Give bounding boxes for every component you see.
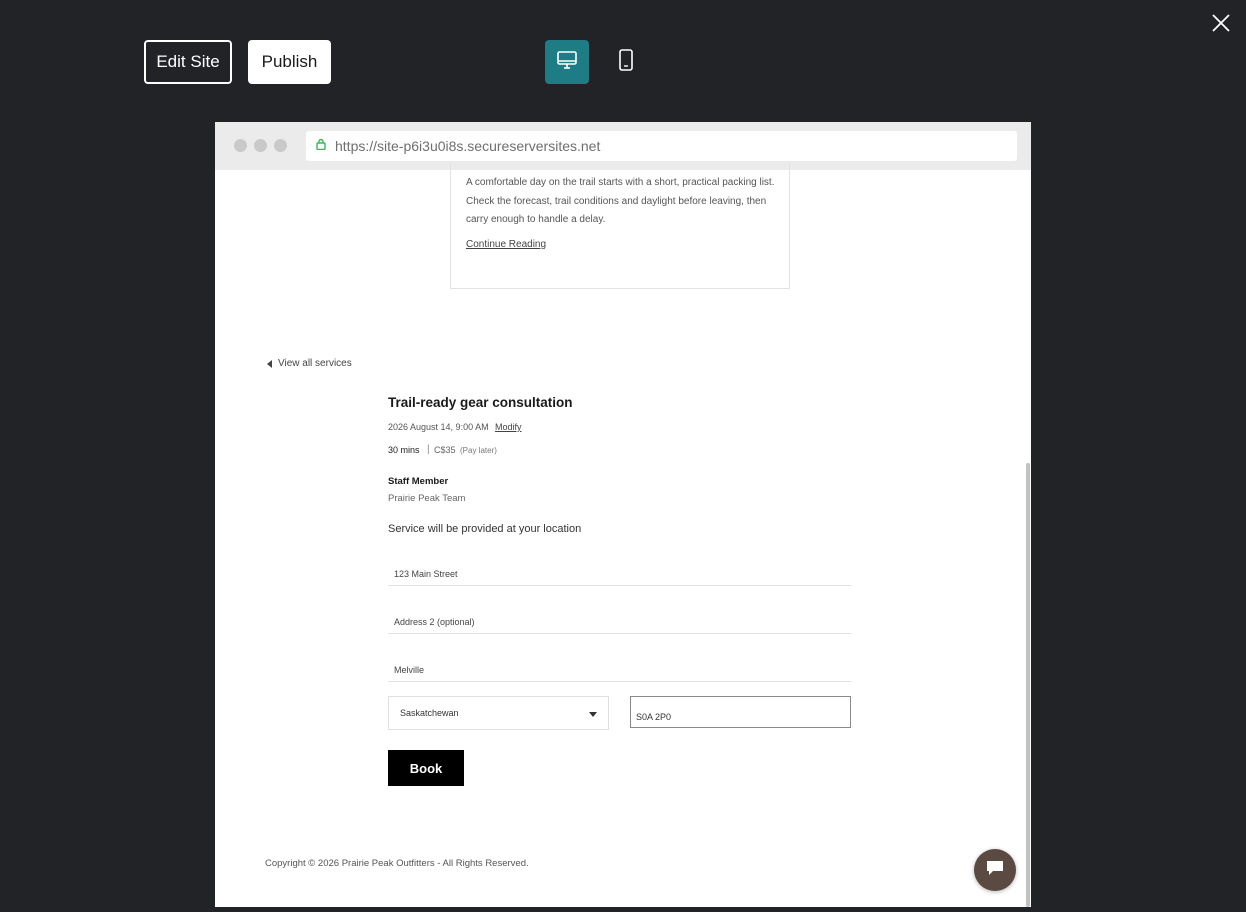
window-dot (254, 139, 267, 152)
service-title: Trail-ready gear consultation (388, 395, 573, 410)
window-dot (234, 139, 247, 152)
desktop-preview-button[interactable] (545, 40, 589, 84)
desktop-icon (556, 49, 578, 76)
url-bar[interactable]: https://site-p6i3u0i8s.secureserversites… (306, 131, 1017, 161)
url-text: https://site-p6i3u0i8s.secureserversites… (335, 138, 601, 154)
staff-label: Staff Member (388, 476, 449, 487)
modify-link[interactable]: Modify (495, 422, 522, 432)
appointment-date: 2026 August 14, 9:00 AM (388, 422, 489, 432)
location-note: Service will be provided at your locatio… (388, 523, 582, 535)
mobile-preview-button[interactable] (604, 40, 648, 84)
postal-code-input[interactable]: S0A 2P0 (630, 696, 851, 728)
service-duration: 30 mins (388, 445, 420, 455)
edit-site-button[interactable]: Edit Site (144, 40, 232, 84)
staff-name: Prairie Peak Team (388, 493, 466, 504)
address2-input[interactable]: Address 2 (optional) (388, 610, 851, 634)
address1-input[interactable]: 123 Main Street (388, 562, 851, 586)
payment-note: (Pay later) (460, 446, 497, 455)
province-value: Saskatchewan (400, 708, 459, 718)
browser-preview: https://site-p6i3u0i8s.secureserversites… (215, 122, 1031, 907)
meta-separator: | (427, 444, 430, 455)
publish-button[interactable]: Publish (248, 40, 331, 84)
close-icon (1211, 13, 1231, 38)
chat-icon (985, 859, 1005, 882)
city-input[interactable]: Melville (388, 658, 851, 682)
book-button[interactable]: Book (388, 750, 464, 786)
service-price: C$35 (434, 445, 456, 455)
chat-button[interactable] (974, 849, 1016, 891)
lock-icon (316, 137, 326, 155)
scrollbar-thumb[interactable] (1026, 463, 1030, 907)
province-select[interactable]: Saskatchewan (388, 696, 609, 730)
caret-left-icon (267, 359, 272, 368)
copyright-text: Copyright © 2026 Prairie Peak Outfitters… (265, 858, 529, 869)
mobile-icon (618, 48, 634, 76)
window-dot (274, 139, 287, 152)
chevron-down-icon (589, 712, 597, 717)
view-all-services-link[interactable]: View all services (267, 358, 352, 369)
blog-excerpt: A comfortable day on the trail starts wi… (466, 177, 775, 225)
close-preview-button[interactable] (1206, 10, 1236, 40)
view-all-label: View all services (278, 358, 352, 369)
continue-reading-link[interactable]: Continue Reading (466, 239, 546, 250)
